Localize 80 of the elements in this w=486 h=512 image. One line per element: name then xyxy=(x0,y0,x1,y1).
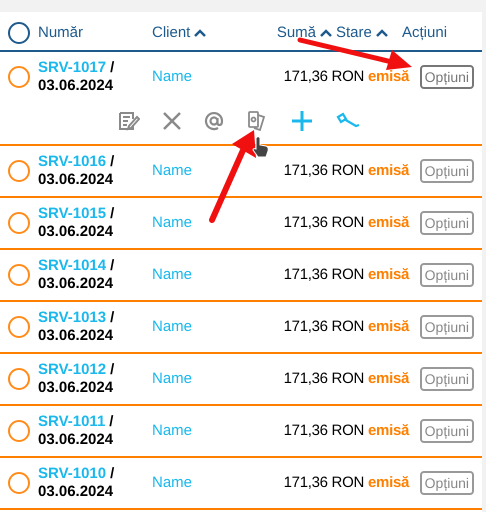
row-checkbox[interactable] xyxy=(8,160,30,182)
row-checkbox[interactable] xyxy=(8,66,30,88)
invoice-number-link[interactable]: SRV-1010 xyxy=(38,465,106,483)
row-checkbox[interactable] xyxy=(8,472,30,494)
at-sign-icon[interactable] xyxy=(204,111,224,131)
separator: / xyxy=(110,205,114,223)
amount-text: 171,36 RON xyxy=(282,420,364,441)
row-checkbox[interactable] xyxy=(8,212,30,234)
status-text: emisă xyxy=(367,66,410,87)
select-all-checkbox[interactable] xyxy=(8,22,30,44)
client-link[interactable]: Name xyxy=(152,316,266,338)
column-header: Număr xyxy=(38,22,84,43)
invoice-date: 03.06.2024 xyxy=(38,171,114,189)
status-text: emisă xyxy=(367,316,410,337)
invoice-number-link[interactable]: SRV-1014 xyxy=(38,257,106,275)
sort-caret-icon[interactable] xyxy=(320,29,332,37)
invoice-date: 03.06.2024 xyxy=(38,379,114,397)
column-header: Acțiuni xyxy=(402,22,448,43)
options-button[interactable]: Opțiuni xyxy=(420,159,474,183)
plus-icon[interactable] xyxy=(290,109,314,133)
separator: / xyxy=(109,413,114,431)
amount-text: 171,36 RON xyxy=(282,316,364,337)
options-button[interactable]: Opțiuni xyxy=(420,419,474,443)
status-text: emisă xyxy=(367,472,410,493)
row-checkbox[interactable] xyxy=(8,420,30,442)
options-button[interactable]: Opțiuni xyxy=(420,471,474,495)
options-button[interactable]: Opțiuni xyxy=(420,65,474,89)
row-checkbox[interactable] xyxy=(8,264,30,286)
client-link[interactable]: Name xyxy=(152,160,266,182)
invoice-number-link[interactable]: SRV-1013 xyxy=(38,309,106,327)
amount-text: 171,36 RON xyxy=(282,264,364,285)
column-header: Client xyxy=(152,22,190,43)
status-text: emisă xyxy=(367,368,410,389)
invoice-date: 03.06.2024 xyxy=(38,77,114,95)
sort-caret-icon[interactable] xyxy=(376,29,388,37)
gavel-icon[interactable] xyxy=(336,112,360,130)
amount-text: 171,36 RON xyxy=(282,368,364,389)
status-text: emisă xyxy=(367,420,410,441)
sort-caret-icon[interactable] xyxy=(194,29,206,37)
client-link[interactable]: Name xyxy=(152,420,266,442)
options-button[interactable]: Opțiuni xyxy=(420,367,474,391)
invoice-number-link[interactable]: SRV-1011 xyxy=(38,413,106,431)
client-link[interactable]: Name xyxy=(152,472,266,494)
options-button[interactable]: Opțiuni xyxy=(420,211,474,235)
status-text: emisă xyxy=(367,160,410,181)
status-text: emisă xyxy=(367,212,410,233)
pointer-cursor-icon xyxy=(252,136,270,158)
column-header: Stare xyxy=(336,22,372,43)
client-link[interactable]: Name xyxy=(152,212,266,234)
invoice-number-link[interactable]: SRV-1012 xyxy=(38,361,106,379)
column-header: Sumă xyxy=(276,22,316,43)
invoice-date: 03.06.2024 xyxy=(38,431,114,449)
amount-text: 171,36 RON xyxy=(282,212,364,233)
amount-text: 171,36 RON xyxy=(282,472,364,493)
separator: / xyxy=(110,361,114,379)
client-link[interactable]: Name xyxy=(152,66,266,88)
client-link[interactable]: Name xyxy=(152,368,266,390)
invoice-date: 03.06.2024 xyxy=(38,327,114,345)
separator: / xyxy=(110,257,114,275)
invoice-number-link[interactable]: SRV-1016 xyxy=(38,153,106,171)
row-checkbox[interactable] xyxy=(8,316,30,338)
row-checkbox[interactable] xyxy=(8,368,30,390)
close-icon[interactable] xyxy=(162,111,182,131)
invoice-number-link[interactable]: SRV-1015 xyxy=(38,205,106,223)
separator: / xyxy=(110,309,114,327)
invoice-date: 03.06.2024 xyxy=(38,483,114,501)
separator: / xyxy=(110,153,114,171)
status-text: emisă xyxy=(367,264,410,285)
amount-text: 171,36 RON xyxy=(282,66,364,87)
invoice-date: 03.06.2024 xyxy=(38,223,114,241)
client-link[interactable]: Name xyxy=(152,264,266,286)
money-icon[interactable] xyxy=(246,110,268,132)
options-button[interactable]: Opțiuni xyxy=(420,263,474,287)
amount-text: 171,36 RON xyxy=(282,160,364,181)
invoice-date: 03.06.2024 xyxy=(38,275,114,293)
separator: / xyxy=(110,465,114,483)
separator: / xyxy=(110,59,114,77)
edit-icon[interactable] xyxy=(118,111,140,131)
invoice-number-link[interactable]: SRV-1017 xyxy=(38,59,106,77)
options-button[interactable]: Opțiuni xyxy=(420,315,474,339)
